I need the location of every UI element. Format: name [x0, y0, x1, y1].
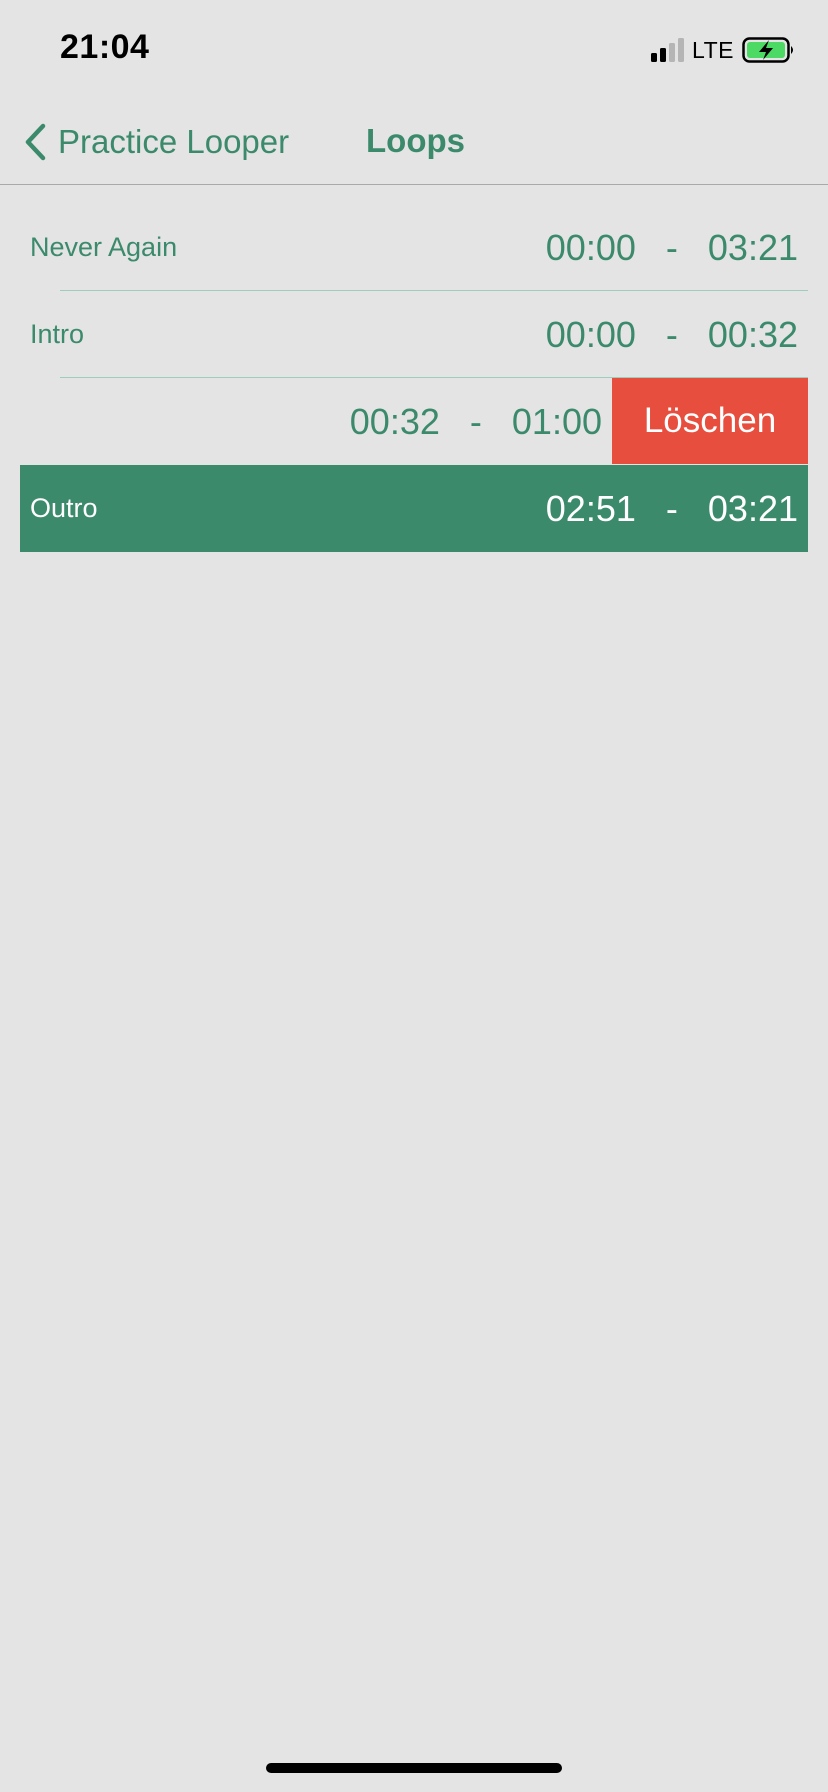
loop-row-outro[interactable]: Outro 02:51 - 03:21	[20, 465, 808, 552]
back-button[interactable]: Practice Looper	[22, 120, 289, 164]
loop-time-range: 00:32 - 01:00	[350, 378, 602, 465]
loop-row-never-again[interactable]: Never Again 00:00 - 03:21	[20, 204, 808, 291]
loop-row-intro[interactable]: Intro 00:00 - 00:32	[20, 291, 808, 378]
time-separator: -	[469, 401, 482, 442]
status-time: 21:04	[60, 28, 150, 66]
loop-time-range: 00:00 - 03:21	[546, 204, 798, 291]
loop-end-time: 03:21	[707, 227, 798, 268]
loop-time-range: 00:00 - 00:32	[546, 291, 798, 378]
loop-end-time: 03:21	[707, 488, 798, 529]
loop-end-time: 00:32	[707, 314, 798, 355]
loop-name: Intro	[30, 319, 85, 349]
back-button-label: Practice Looper	[58, 123, 290, 160]
status-indicators: LTE	[651, 36, 796, 64]
loop-row-swiped[interactable]: 00:32 - 01:00 Löschen	[20, 378, 808, 465]
page-title: Loops	[366, 122, 465, 159]
chevron-left-icon	[25, 123, 46, 161]
network-type: LTE	[692, 36, 734, 63]
loop-start-time: 00:00	[545, 314, 636, 355]
navigation-bar: Practice Looper Loops	[0, 100, 828, 185]
cellular-signal-icon	[651, 38, 685, 62]
loop-name: Never Again	[30, 232, 178, 262]
time-separator: -	[665, 314, 678, 355]
delete-button[interactable]: Löschen	[612, 378, 808, 464]
time-separator: -	[665, 488, 678, 529]
time-separator: -	[665, 227, 678, 268]
battery-charging-icon	[742, 37, 793, 63]
home-indicator[interactable]	[266, 1763, 562, 1773]
loop-name: Outro	[30, 493, 98, 523]
loop-start-time: 00:32	[349, 401, 440, 442]
loop-time-range: 02:51 - 03:21	[546, 465, 798, 552]
loop-start-time: 00:00	[545, 227, 636, 268]
loop-end-time: 01:00	[511, 401, 602, 442]
loop-list: Never Again 00:00 - 03:21 Intro 00:00 - …	[20, 204, 808, 552]
loop-start-time: 02:51	[545, 488, 636, 529]
